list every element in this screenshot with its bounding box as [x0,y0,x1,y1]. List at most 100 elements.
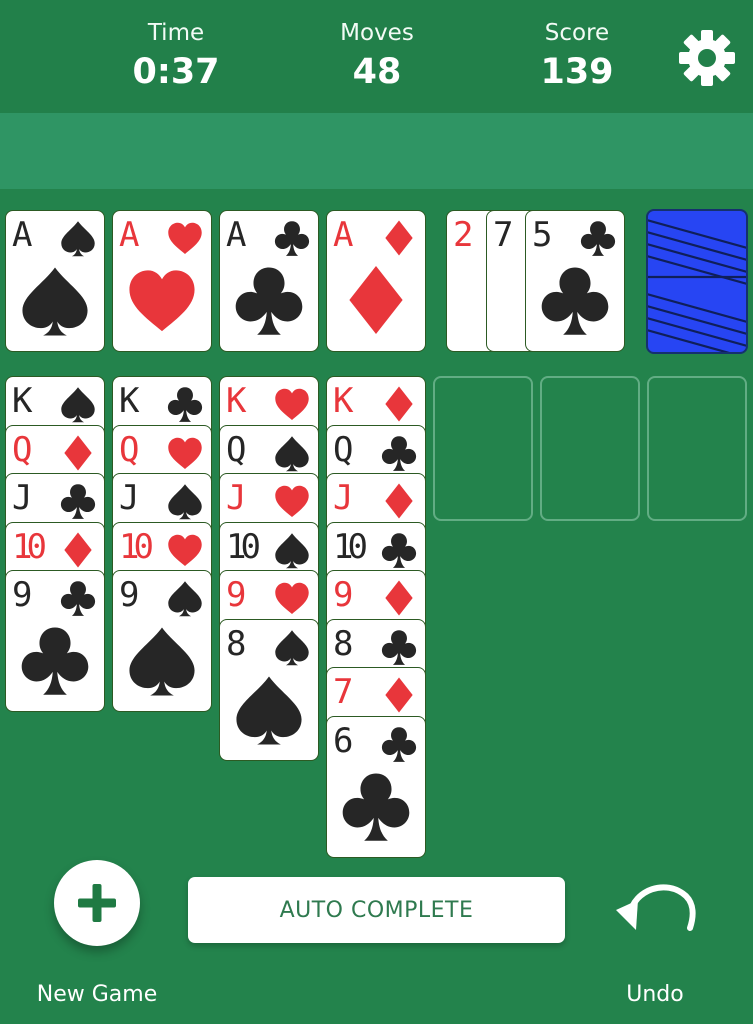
score-label: Score [544,20,610,46]
playing-card[interactable]: 8 [219,619,319,761]
moves-value: 48 [352,52,402,92]
spade-icon [236,676,302,745]
diamond-icon [385,386,413,422]
playing-card[interactable]: A [219,210,319,352]
score-stat: Score 139 [497,18,657,94]
diamond-icon [64,435,92,471]
card-rank: J [119,478,140,518]
heart-icon [168,222,202,254]
card-rank: 10 [119,527,154,567]
card-rank: 10 [333,527,368,567]
empty-tableau-slot[interactable] [433,376,533,521]
spade-icon [61,221,95,257]
club-icon [381,727,417,762]
card-rank: Q [333,430,354,470]
card-rank: Q [12,430,33,470]
spade-icon [275,533,309,569]
club-icon [235,267,303,335]
settings-button[interactable] [675,26,739,90]
diamond-icon [349,265,403,335]
club-icon [167,387,203,422]
card-rank: J [12,478,33,518]
spade-icon [275,436,309,472]
playing-card[interactable]: A [112,210,212,352]
card-back-icon [648,219,746,352]
playing-card[interactable]: A [326,210,426,352]
diamond-icon [385,220,413,256]
moves-stat: Moves 48 [297,18,457,94]
new-game-label: New Game [36,982,158,1007]
card-rank: J [333,478,354,518]
auto-complete-button[interactable]: AUTO COMPLETE [188,877,565,943]
card-rank: 9 [333,575,354,615]
spade-icon [168,484,202,520]
card-rank: K [119,381,140,421]
undo-label: Undo [626,982,684,1007]
score-value: 139 [540,52,614,92]
card-rank: 10 [12,527,47,567]
card-rank: 6 [333,721,354,761]
card-rank: 10 [226,527,261,567]
undo-icon [616,884,696,931]
playing-card[interactable]: 6 [326,716,426,858]
heart-icon [275,388,309,420]
empty-tableau-slot[interactable] [540,376,640,521]
time-stat: Time 0:37 [96,18,256,94]
club-icon [21,627,89,695]
playing-card[interactable]: 9 [5,570,105,712]
heart-icon [129,270,195,332]
club-icon [580,221,616,256]
card-rank: 7 [333,672,354,712]
card-rank: A [119,215,140,255]
club-icon [381,436,417,471]
playing-card[interactable]: 9 [112,570,212,712]
spade-icon [168,581,202,617]
heart-icon [275,582,309,614]
card-rank: K [333,381,354,421]
card-rank: 8 [226,624,247,664]
time-value: 0:37 [132,52,220,92]
time-label: Time [147,20,205,46]
heart-icon [168,534,202,566]
club-icon [274,221,310,256]
spade-icon [275,630,309,666]
card-rank: A [12,215,33,255]
gear-icon [679,30,735,86]
card-rank: A [333,215,354,255]
new-game-button[interactable] [54,860,140,946]
spade-icon [61,387,95,423]
card-rank: J [226,478,247,518]
card-rank: 9 [119,575,140,615]
empty-tableau-slot[interactable] [647,376,747,521]
club-icon [541,267,609,335]
playing-card[interactable]: 5 [525,210,625,352]
club-icon [381,533,417,568]
card-rank: 9 [226,575,247,615]
diamond-icon [385,483,413,519]
card-rank: 9 [12,575,33,615]
top-bar: Time 0:37 Moves 48 Score 139 [0,0,753,113]
undo-button[interactable] [608,872,700,942]
stock-pile[interactable] [646,209,748,354]
card-rank: K [226,381,247,421]
heart-icon [168,437,202,469]
card-rank: 5 [532,215,553,255]
moves-label: Moves [340,20,414,46]
club-icon [381,630,417,665]
card-rank: A [226,215,247,255]
diamond-icon [385,677,413,713]
card-rank: Q [119,430,140,470]
club-icon [60,581,96,616]
info-bar [0,113,753,189]
card-rank: 2 [453,215,474,255]
card-rank: 8 [333,624,354,664]
card-rank: Q [226,430,247,470]
card-rank: 7 [493,215,514,255]
playing-card[interactable]: A [5,210,105,352]
spade-icon [129,627,195,696]
heart-icon [275,485,309,517]
diamond-icon [64,532,92,568]
club-icon [60,484,96,519]
spade-icon [22,267,88,336]
plus-icon [78,884,116,922]
